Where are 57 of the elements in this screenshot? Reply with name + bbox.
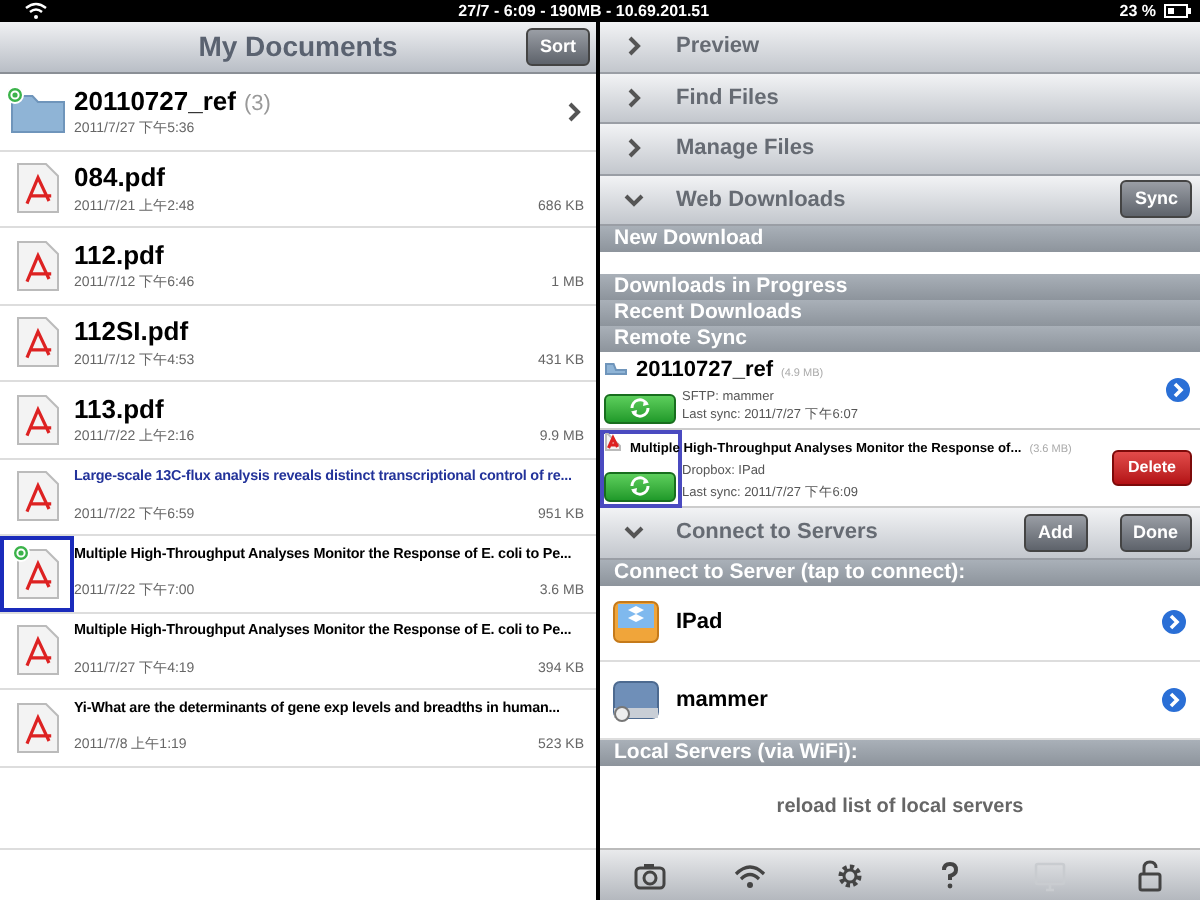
wifi-signal-icon bbox=[24, 2, 48, 20]
section-header: Connect to Server (tap to connect): bbox=[600, 559, 1200, 585]
pdf-file-icon bbox=[15, 701, 59, 754]
panel-header[interactable]: Connect to Servers Add Done bbox=[600, 508, 1200, 559]
panel-label: Preview bbox=[676, 32, 762, 62]
item-count: (3) bbox=[243, 89, 271, 120]
file-name: 113.pdf bbox=[74, 391, 164, 428]
refresh-icon bbox=[628, 476, 652, 496]
pdf-file-icon bbox=[15, 547, 59, 600]
pdf-file-icon bbox=[15, 162, 59, 215]
pdf-file-icon bbox=[15, 239, 59, 292]
section-header: Remote Sync bbox=[600, 326, 1200, 352]
add-button[interactable]: Add bbox=[1024, 513, 1087, 552]
file-name: 084.pdf bbox=[74, 160, 166, 197]
battery-text: 23 % bbox=[1119, 0, 1156, 22]
dropbox-drive-icon bbox=[612, 598, 660, 647]
server-name: IPad bbox=[676, 608, 725, 638]
sync-now-button[interactable] bbox=[604, 393, 676, 423]
folder-icon bbox=[9, 89, 65, 134]
section-header: Recent Downloads bbox=[600, 300, 1200, 326]
sync-button[interactable]: Sync bbox=[1120, 180, 1192, 219]
sort-button[interactable]: Sort bbox=[526, 28, 590, 66]
server-name: mammer bbox=[676, 685, 770, 715]
reload-servers-button[interactable]: reload list of local servers bbox=[776, 791, 1024, 822]
section-header: Downloads in Progress bbox=[600, 274, 1200, 300]
panel-header[interactable]: Web Downloads Sync bbox=[600, 175, 1200, 226]
delete-button[interactable]: Delete bbox=[1111, 450, 1192, 486]
done-button[interactable]: Done bbox=[1119, 513, 1192, 552]
disclosure-icon bbox=[1160, 685, 1188, 714]
section-header: Local Servers (via WiFi): bbox=[600, 739, 1200, 765]
panel-label: Find Files bbox=[676, 83, 781, 113]
pdf-file-icon bbox=[15, 624, 59, 677]
file-name: 20110727_ref bbox=[636, 356, 774, 386]
file-name: 112.pdf bbox=[74, 237, 164, 274]
pdf-file-icon bbox=[15, 470, 59, 523]
file-name: 112SI.pdf bbox=[74, 314, 189, 351]
file-name: 20110727_ref bbox=[74, 83, 236, 120]
battery-icon bbox=[1164, 4, 1192, 18]
screen-title: My Documents bbox=[198, 28, 398, 66]
panel-label: Web Downloads bbox=[676, 185, 848, 215]
pdf-file-icon bbox=[15, 393, 59, 446]
sync-now-button[interactable] bbox=[604, 471, 676, 501]
pdf-file-icon bbox=[15, 316, 59, 369]
hard-drive-icon bbox=[612, 675, 660, 724]
disclosure-icon bbox=[1160, 608, 1188, 637]
panel-header[interactable]: Manage Files bbox=[600, 124, 1200, 175]
status-text: 27/7 - 6:09 - 190MB - 10.69.201.51 bbox=[458, 0, 710, 22]
panel-label: Connect to Servers bbox=[676, 518, 880, 548]
refresh-icon bbox=[628, 398, 652, 418]
panel-header[interactable]: Find Files bbox=[600, 73, 1200, 124]
server-row[interactable]: IPad bbox=[600, 585, 1200, 662]
panel-header[interactable]: Preview bbox=[600, 22, 1200, 73]
chevron-right-icon bbox=[564, 101, 584, 122]
disclosure-icon bbox=[1164, 376, 1192, 404]
panel-label: Manage Files bbox=[676, 134, 817, 164]
section-header: New Download bbox=[600, 226, 1200, 252]
folder-icon bbox=[604, 358, 628, 376]
